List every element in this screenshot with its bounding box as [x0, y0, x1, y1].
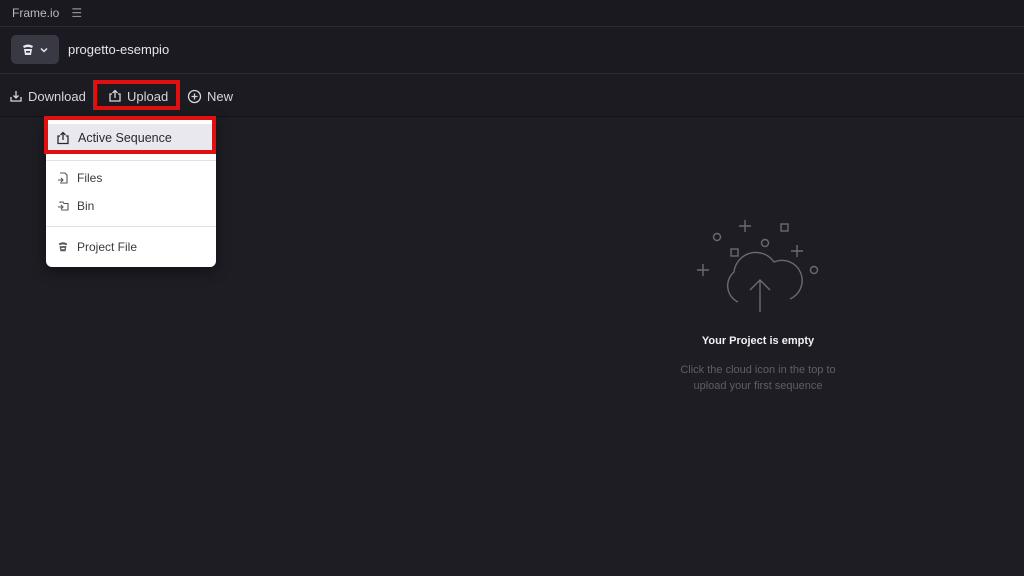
menu-item-label: Bin	[77, 199, 95, 213]
project-name: progetto-esempio	[68, 42, 170, 57]
file-upload-icon	[58, 172, 68, 184]
empty-state-description: Click the cloud icon in the top to uploa…	[640, 362, 876, 394]
hamburger-icon[interactable]: ☰	[71, 6, 82, 20]
menu-item-bin[interactable]: Bin	[46, 193, 216, 219]
download-button[interactable]: Download	[9, 82, 86, 110]
plus-circle-icon	[187, 89, 202, 103]
frameio-logo-icon	[23, 44, 33, 55]
title-bar: Frame.io ☰	[0, 0, 1024, 27]
menu-divider	[46, 226, 216, 227]
empty-state-title: Your Project is empty	[701, 335, 815, 347]
folder-upload-icon	[58, 201, 69, 211]
menu-divider	[46, 160, 216, 161]
chevron-down-icon	[40, 47, 48, 53]
download-label: Download	[28, 88, 86, 104]
menu-item-files[interactable]: Files	[46, 165, 216, 191]
project-switcher-button[interactable]	[11, 35, 59, 64]
empty-state-line-1: Click the cloud icon in the top to	[680, 364, 836, 376]
project-bar: progetto-esempio	[0, 27, 1024, 74]
new-label: New	[207, 88, 234, 104]
empty-state-line-2: upload your first sequence	[693, 380, 823, 392]
active-sequence-highlight-box	[44, 116, 216, 154]
menu-item-project-file[interactable]: Project File	[46, 234, 216, 260]
app-title: Frame.io	[12, 6, 60, 20]
frameio-logo-icon	[58, 242, 68, 252]
cloud-upload-icon	[697, 220, 819, 312]
upload-highlight-box	[93, 80, 180, 110]
new-button[interactable]: New	[187, 82, 233, 110]
menu-item-label: Project File	[77, 240, 138, 254]
download-icon	[10, 91, 22, 102]
menu-item-label: Files	[77, 171, 103, 185]
